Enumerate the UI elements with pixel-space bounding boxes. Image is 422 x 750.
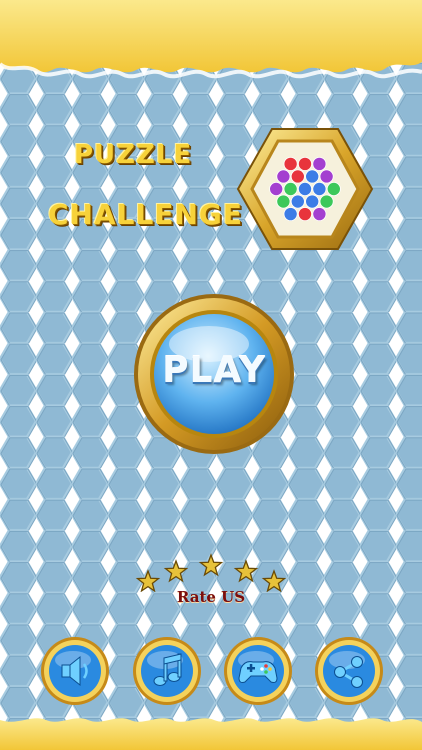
logo-ball — [298, 207, 313, 222]
logo-ball — [276, 194, 291, 209]
logo-ball — [276, 169, 291, 184]
share-button[interactable] — [314, 636, 384, 706]
logo-ball — [298, 156, 313, 171]
logo-ball — [305, 169, 320, 184]
logo-ball — [312, 182, 327, 197]
logo-ball — [312, 207, 327, 222]
top-banner — [0, 0, 422, 73]
logo-ball — [283, 182, 298, 197]
rate-us-label: Rate US — [176, 588, 246, 606]
star-icon — [163, 559, 189, 583]
logo-ball — [290, 169, 305, 184]
logo-ball — [305, 194, 320, 209]
logo-ball — [283, 156, 298, 171]
logo-ball — [290, 194, 305, 209]
logo-ball — [283, 207, 298, 222]
logo-ball — [312, 156, 327, 171]
star-icon — [233, 559, 259, 583]
logo-ball — [298, 182, 313, 197]
rate-us-button[interactable]: Rate US — [135, 552, 287, 608]
play-label: PLAY — [162, 350, 266, 391]
more-games-button[interactable] — [223, 636, 293, 706]
logo-ball — [326, 182, 341, 197]
music-button[interactable] — [132, 636, 202, 706]
play-button[interactable]: PLAY — [131, 292, 297, 456]
title-challenge: CHALLENGE — [48, 198, 244, 231]
hexagon-logo-icon — [236, 128, 374, 250]
logo-ball — [269, 182, 284, 197]
logo-ball — [319, 194, 334, 209]
bottom-banner — [0, 718, 422, 750]
logo-ball — [319, 169, 334, 184]
sound-button[interactable] — [40, 636, 110, 706]
star-icon — [198, 553, 224, 577]
title-puzzle: PUZZLE — [74, 140, 193, 170]
rating-stars — [135, 553, 287, 593]
